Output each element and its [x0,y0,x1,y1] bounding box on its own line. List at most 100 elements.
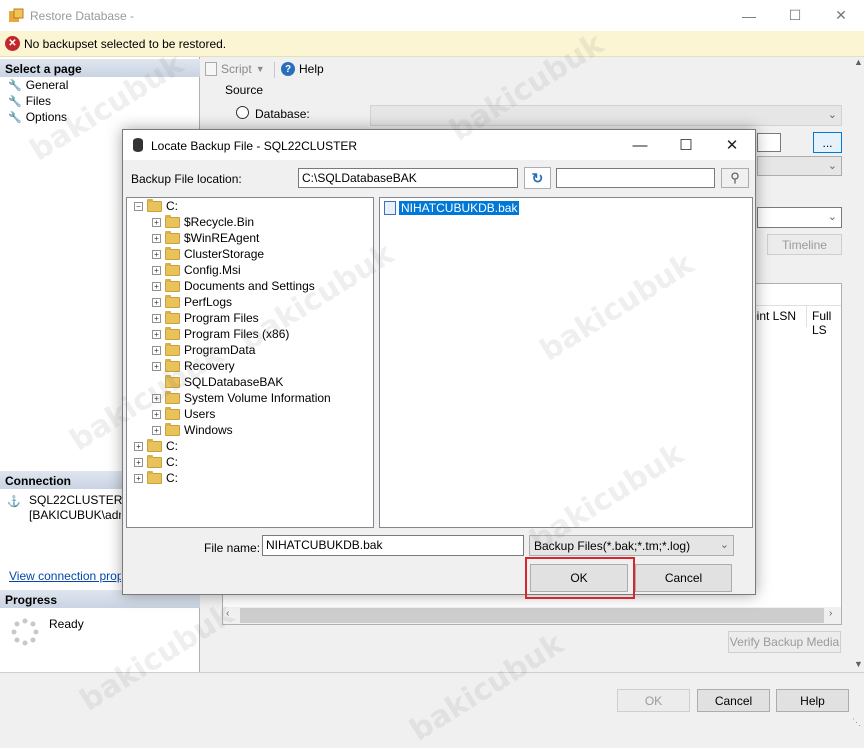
scroll-down-icon[interactable]: ▼ [854,659,863,669]
tree-node[interactable]: + ClusterStorage [152,246,264,262]
tree-node[interactable]: + $Recycle.Bin [152,214,254,230]
file-item[interactable]: NIHATCUBUKDB.bak [384,201,520,215]
expand-icon[interactable]: + [152,217,161,227]
tree-node-drive[interactable]: + C: [134,438,178,454]
page-item-options[interactable]: 🔧 Options [8,109,67,125]
tree-node[interactable]: + PerfLogs [152,294,232,310]
chevron-down-icon: ⌄ [827,109,837,121]
tree-node[interactable]: + $WinREAgent [152,230,259,246]
expand-icon[interactable]: + [152,409,161,419]
scrollbar-thumb[interactable] [240,608,824,623]
scroll-up-icon[interactable]: ▲ [854,57,863,67]
script-button[interactable]: Script ▼ [205,62,265,76]
expand-icon[interactable]: + [134,473,143,483]
close-button[interactable]: ✕ [818,0,864,31]
dialog-maximize-button[interactable]: ☐ [663,130,709,160]
vertical-scrollbar[interactable]: ▲ ▼ [853,57,864,672]
column-header-full-lsn[interactable]: Full LS [812,309,841,337]
expand-icon[interactable]: + [152,345,161,355]
tree-node[interactable]: + ProgramData [152,342,255,358]
expand-icon[interactable]: + [152,281,161,291]
help-icon: ? [281,62,295,76]
tree-node-root-drive[interactable]: − C: [134,198,178,214]
folder-icon [165,358,180,372]
folder-icon [147,198,162,212]
minimize-button[interactable]: — [726,0,772,31]
verify-backup-media-button[interactable]: Verify Backup Media [728,631,841,653]
resize-grip-icon[interactable]: ⋱ [852,717,861,728]
tree-node[interactable]: + Program Files (x86) [152,326,289,342]
database-destination-dropdown[interactable]: ⌄ [757,156,842,176]
expand-icon[interactable]: + [152,361,161,371]
tree-node-label: System Volume Information [184,391,331,405]
tree-node-label: Windows [184,423,233,437]
scroll-right-icon[interactable]: › [829,608,832,619]
dialog-close-button[interactable]: ✕ [709,130,755,160]
page-item-general[interactable]: 🔧 General [8,77,68,93]
backup-location-input[interactable]: C:\SQLDatabaseBAK [298,168,518,188]
file-name-input[interactable]: NIHATCUBUKDB.bak [262,535,524,556]
page-item-files[interactable]: 🔧 Files [8,93,51,109]
page-item-label: Files [25,94,52,108]
window-title: Restore Database - [30,9,135,23]
file-list[interactable]: NIHATCUBUKDB.bak [379,197,753,528]
database-dropdown[interactable]: ⌄ [370,105,842,126]
database-label: Database: [255,107,310,121]
column-header-checkpoint-lsn[interactable]: oint LSN [750,309,796,323]
folder-icon [165,342,180,356]
chevron-down-icon: ⌄ [719,539,729,551]
expand-icon[interactable]: + [152,393,161,403]
tree-node[interactable]: + Program Files [152,310,259,326]
tree-node-label: C: [166,199,178,213]
maximize-button[interactable]: ☐ [772,0,818,31]
ok-button-main[interactable]: OK [617,689,690,712]
search-input[interactable] [556,168,715,188]
restore-database-app-icon [8,8,24,24]
expand-icon[interactable]: + [152,233,161,243]
device-path-field[interactable] [757,133,781,152]
restore-to-dropdown[interactable]: ⌄ [757,207,842,228]
help-button-main[interactable]: Help [776,689,849,712]
folder-tree[interactable]: − C: + $Recycle.Bin + $WinREAgent + Cluster… [126,197,374,528]
cancel-button-main[interactable]: Cancel [697,689,770,712]
search-button[interactable]: ⚲ [721,168,749,188]
expand-icon[interactable]: + [134,457,143,467]
tree-node[interactable]: + Documents and Settings [152,278,315,294]
view-connection-properties-link[interactable]: View connection proper [9,569,121,583]
browse-button[interactable]: ... [813,132,842,153]
file-type-value: Backup Files(*.bak;*.tm;*.log) [534,539,691,553]
collapse-icon[interactable]: − [134,201,143,211]
expand-icon[interactable]: + [152,425,161,435]
source-label: Source [225,83,264,97]
expand-icon[interactable]: + [152,329,161,339]
folder-icon [165,246,180,260]
expand-icon[interactable]: + [134,441,143,451]
tree-node[interactable]: + Recovery [152,358,235,374]
tree-node[interactable]: + System Volume Information [152,390,331,406]
tree-node[interactable]: + Users [152,406,215,422]
horizontal-scrollbar[interactable]: ‹ › [223,607,841,624]
error-icon: ✕ [5,36,20,51]
tree-node-label: ProgramData [184,343,256,357]
dialog-cancel-button[interactable]: Cancel [635,564,732,592]
tree-node-selected-folder[interactable]: SQLDatabaseBAK [152,374,283,390]
tree-node[interactable]: + Windows [152,422,233,438]
bottom-button-bar: OK Cancel Help ⋱ [0,672,864,728]
file-type-dropdown[interactable]: Backup Files(*.bak;*.tm;*.log) ⌄ [529,535,734,556]
help-button[interactable]: ? Help [281,62,324,76]
timeline-button[interactable]: Timeline [767,234,842,255]
tree-node-drive[interactable]: + C: [134,470,178,486]
expand-icon[interactable]: + [152,297,161,307]
expand-icon[interactable]: + [152,249,161,259]
expand-icon[interactable]: + [152,265,161,275]
refresh-button[interactable]: ↻ [524,167,551,189]
scroll-left-icon[interactable]: ‹ [226,608,229,619]
backup-file-icon [384,201,396,215]
tree-node-label: ClusterStorage [184,247,265,261]
refresh-icon: ↻ [531,169,544,186]
tree-node-drive[interactable]: + C: [134,454,178,470]
dialog-minimize-button[interactable]: — [617,130,663,160]
expand-icon[interactable]: + [152,313,161,323]
tree-node[interactable]: + Config.Msi [152,262,241,278]
database-radio[interactable] [236,106,249,119]
